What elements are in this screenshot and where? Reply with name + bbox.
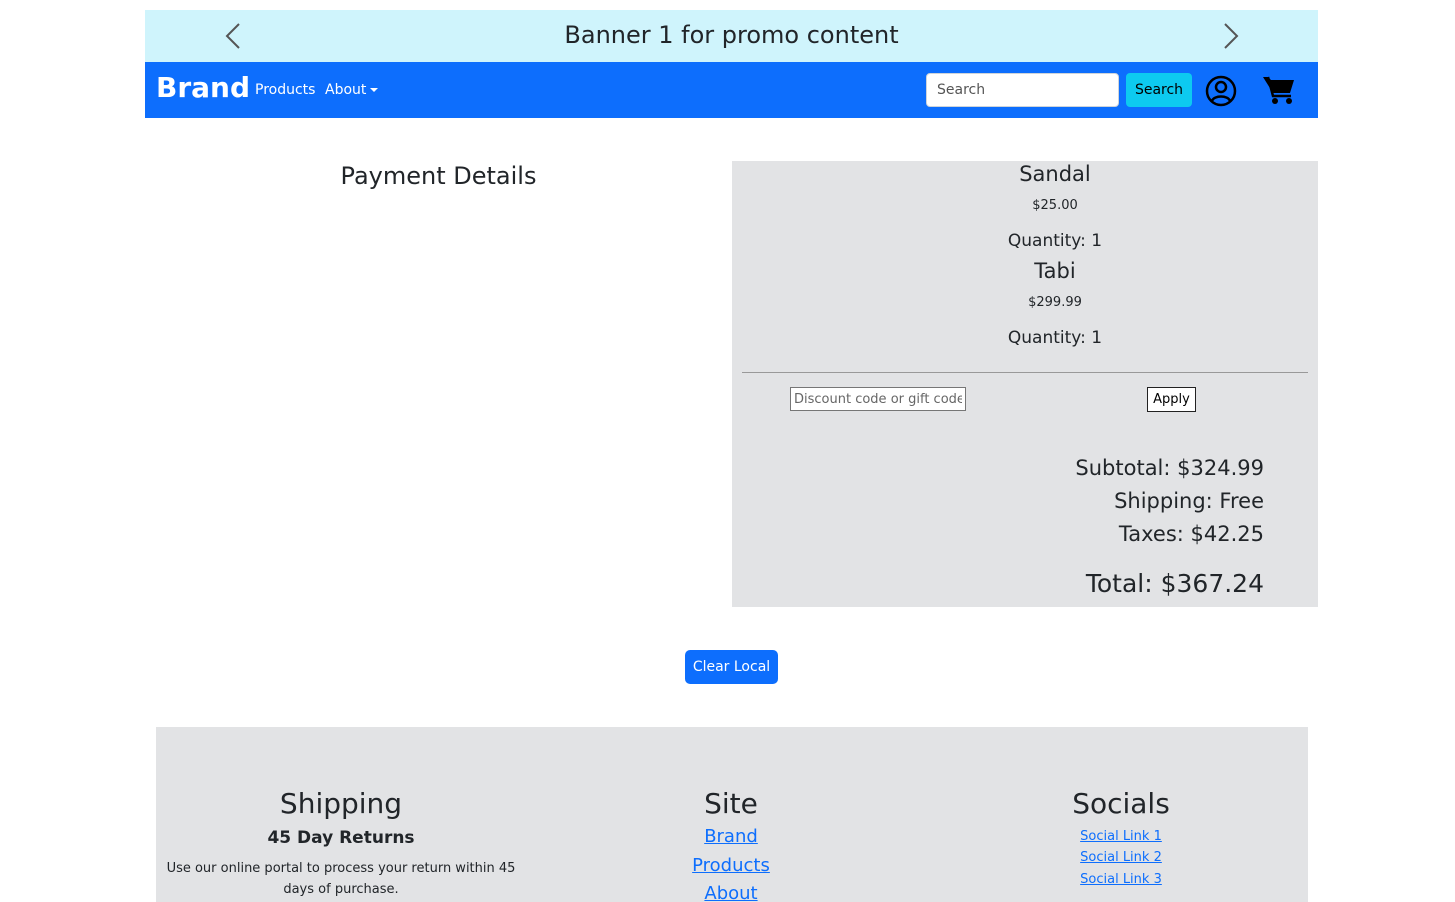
footer-socials-title: Socials: [1072, 787, 1170, 820]
item-price: $299.99: [1028, 295, 1082, 310]
banner-next-button[interactable]: [1216, 20, 1246, 52]
item-quantity: Quantity: 1: [1007, 328, 1103, 348]
clear-local-button[interactable]: Clear Local: [685, 650, 778, 684]
item-price: $25.00: [1032, 198, 1078, 213]
chevron-right-icon: [1224, 23, 1239, 49]
nav-products[interactable]: Products: [255, 82, 315, 98]
taxes: Taxes: $42.25: [1118, 522, 1264, 546]
footer-shipping-text: Use our online portal to process your re…: [166, 861, 516, 897]
user-circle-icon[interactable]: [1205, 75, 1237, 107]
shipping-cost: Shipping: Free: [1114, 489, 1264, 513]
brand-logo[interactable]: Brand: [156, 71, 250, 104]
subtotal: Subtotal: $324.99: [1075, 456, 1264, 480]
footer-social-link-1[interactable]: Social Link 1: [956, 829, 1286, 844]
discount-code-input[interactable]: [790, 387, 966, 411]
promo-banner: Banner 1 for promo content: [145, 10, 1318, 62]
navbar: Brand Products About Search: [145, 62, 1318, 118]
cart-icon[interactable]: [1262, 75, 1296, 105]
summary-divider: [742, 372, 1308, 373]
footer-link-about[interactable]: About: [561, 883, 901, 902]
order-total: Total: $367.24: [1085, 569, 1264, 598]
item-name: Tabi: [1034, 259, 1076, 283]
footer-social-link-3[interactable]: Social Link 3: [956, 872, 1286, 887]
footer: Shipping 45 Day Returns Use our online p…: [156, 727, 1308, 902]
footer-social-link-2[interactable]: Social Link 2: [956, 850, 1286, 865]
footer-link-brand[interactable]: Brand: [561, 826, 901, 847]
search-input[interactable]: [926, 73, 1119, 107]
nav-about-label: About: [325, 82, 367, 98]
search-button[interactable]: Search: [1126, 73, 1192, 107]
item-name: Sandal: [1019, 162, 1091, 186]
apply-discount-button[interactable]: Apply: [1147, 387, 1196, 412]
footer-shipping-title: Shipping: [279, 787, 403, 820]
footer-link-products[interactable]: Products: [561, 855, 901, 876]
footer-site-title: Site: [704, 787, 758, 820]
payment-details-title: Payment Details: [340, 162, 537, 190]
item-quantity: Quantity: 1: [1007, 231, 1103, 251]
footer-shipping-subtitle: 45 Day Returns: [267, 828, 415, 848]
caret-down-icon: [370, 88, 379, 92]
nav-about-dropdown[interactable]: About: [325, 82, 379, 98]
order-summary: Sandal $25.00 Quantity: 1 Tabi $299.99 Q…: [732, 161, 1318, 607]
banner-text: Banner 1 for promo content: [564, 21, 899, 49]
